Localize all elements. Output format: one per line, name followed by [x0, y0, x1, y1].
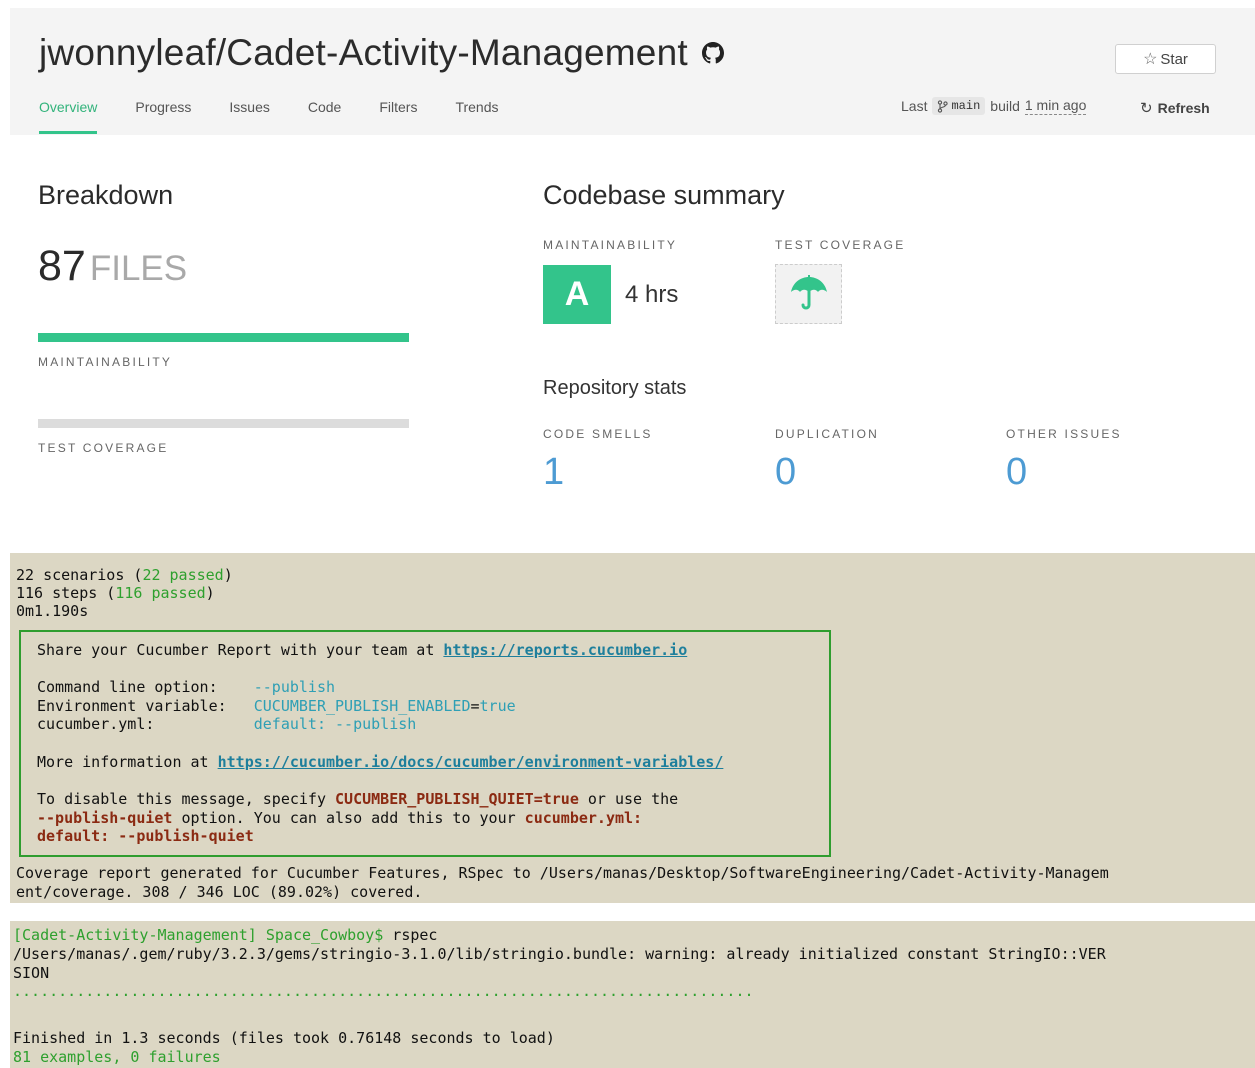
opt-yml-label: cucumber.yml:: [37, 715, 254, 733]
disable-text-c: option. You can also add this to your: [172, 809, 525, 827]
duration-line: 0m1.190s: [16, 602, 89, 620]
disable-default: default: --publish-quiet: [37, 827, 254, 845]
maintainability-bar-fill: [38, 333, 409, 342]
tab-progress[interactable]: Progress: [135, 99, 191, 125]
maintainability-grade[interactable]: A: [543, 265, 611, 324]
disable-line-3: default: --publish-quiet: [37, 827, 254, 846]
files-unit: FILES: [89, 249, 188, 288]
maintainability-bar[interactable]: [38, 333, 409, 342]
opt-cmd-value: --publish: [253, 678, 336, 696]
refresh-label: Refresh: [1157, 100, 1210, 116]
branch-name: main: [951, 99, 981, 113]
repo-title: jwonnyleaf/Cadet-Activity-Management: [39, 32, 724, 74]
coverage-line-2: ent/coverage. 308 / 346 LOC (89.02%) cov…: [16, 883, 423, 901]
refresh-icon: ↻: [1140, 100, 1153, 117]
opt-yml-value: default: --publish: [253, 715, 417, 733]
disable-text-a: To disable this message, specify: [37, 790, 336, 808]
tab-trends[interactable]: Trends: [455, 99, 498, 125]
opt-env-label: Environment variable:: [37, 697, 254, 715]
rspec-terminal: [Cadet-Activity-Management] Space_Cowboy…: [10, 921, 1255, 1068]
build-time[interactable]: 1 min ago: [1024, 97, 1087, 115]
opt-yml-line: cucumber.yml: default: --publish: [37, 715, 416, 734]
share-line: Share your Cucumber Report with your tea…: [37, 641, 687, 660]
disable-opt: --publish-quiet: [37, 809, 173, 827]
more-info-link[interactable]: https://cucumber.io/docs/cucumber/enviro…: [218, 753, 724, 771]
prompt-line: [Cadet-Activity-Management] Space_Cowboy…: [13, 926, 437, 945]
refresh-button[interactable]: ↻ Refresh: [1140, 99, 1210, 117]
summary-title: Codebase summary: [543, 180, 785, 210]
disable-line-2: --publish-quiet option. You can also add…: [37, 809, 642, 828]
github-icon[interactable]: [701, 42, 724, 64]
files-count: 87 FILES: [38, 242, 187, 291]
tab-filters[interactable]: Filters: [379, 99, 417, 125]
star-button[interactable]: ☆ Star: [1115, 44, 1216, 74]
maintainability-label: MAINTAINABILITY: [38, 355, 173, 369]
paren: ): [223, 566, 233, 584]
other-issues-label: OTHER ISSUES: [1006, 427, 1122, 441]
opt-env-val: true: [479, 697, 516, 715]
shell-prompt: [Cadet-Activity-Management] Space_Cowboy…: [13, 926, 384, 944]
star-icon: ☆: [1143, 51, 1158, 68]
steps-passed: 116 passed: [115, 584, 206, 602]
repo-stats-title: Repository stats: [543, 377, 687, 399]
more-info-text: More information at: [37, 753, 218, 771]
share-text: Share your Cucumber Report with your tea…: [37, 641, 444, 659]
publish-notice-box: Share your Cucumber Report with your tea…: [19, 630, 831, 857]
duplication-value[interactable]: 0: [775, 451, 796, 494]
share-link[interactable]: https://reports.cucumber.io: [443, 641, 687, 659]
breakdown-title: Breakdown: [38, 180, 174, 210]
umbrella-icon: [790, 275, 827, 310]
opt-env-line: Environment variable: CUCUMBER_PUBLISH_E…: [37, 697, 516, 716]
test-coverage-bar[interactable]: [38, 419, 409, 428]
opt-cmd-line: Command line option: --publish: [37, 678, 335, 697]
shell-command: rspec: [383, 926, 438, 944]
branch-icon: [938, 99, 949, 113]
disable-line-1: To disable this message, specify CUCUMBE…: [37, 790, 678, 809]
other-issues-value[interactable]: 0: [1006, 451, 1027, 494]
summary-test-coverage-label: TEST COVERAGE: [775, 238, 906, 252]
finished-line: Finished in 1.3 seconds (files took 0.76…: [13, 1029, 555, 1047]
nav-tabs: Overview Progress Issues Code Filters Tr…: [39, 99, 537, 134]
steps-prefix: 116 steps (: [16, 584, 116, 602]
more-info-line: More information at https://cucumber.io/…: [37, 753, 723, 772]
code-smells-value[interactable]: 1: [543, 451, 564, 494]
examples-summary: 81 examples, 0 failures: [13, 1048, 221, 1066]
disable-yml: cucumber.yml:: [524, 809, 643, 827]
test-coverage-placeholder[interactable]: [775, 264, 842, 324]
disable-var: CUCUMBER_PUBLISH_QUIET=true: [335, 790, 579, 808]
scenarios-passed: 22 passed: [142, 566, 224, 584]
tab-overview[interactable]: Overview: [39, 99, 98, 134]
tab-code[interactable]: Code: [308, 99, 341, 125]
duplication-label: DUPLICATION: [775, 427, 879, 441]
scenarios-prefix: 22 scenarios (: [16, 566, 143, 584]
progress-dots: ........................................…: [13, 982, 754, 1000]
tab-issues[interactable]: Issues: [229, 99, 269, 125]
steps-line: 116 steps (116 passed): [16, 584, 215, 603]
technical-debt: 4 hrs: [625, 281, 679, 308]
repo-title-text[interactable]: jwonnyleaf/Cadet-Activity-Management: [39, 32, 688, 74]
build-word: build: [990, 98, 1020, 114]
warning-line-2: SION: [13, 964, 50, 982]
scenarios-line: 22 scenarios (22 passed): [16, 566, 233, 585]
test-coverage-label: TEST COVERAGE: [38, 441, 169, 455]
files-count-value: 87: [38, 242, 86, 290]
opt-env-eq: =: [470, 697, 480, 715]
cucumber-terminal: 22 scenarios (22 passed) 116 steps (116 …: [10, 553, 1255, 903]
repo-header: jwonnyleaf/Cadet-Activity-Management ☆ S…: [10, 8, 1255, 135]
opt-env-name: CUCUMBER_PUBLISH_ENABLED: [253, 697, 471, 715]
branch-chip: main: [932, 97, 986, 115]
paren: ): [205, 584, 215, 602]
warning-line-1: /Users/manas/.gem/ruby/3.2.3/gems/string…: [13, 945, 1106, 963]
summary-maintainability-label: MAINTAINABILITY: [543, 238, 678, 252]
coverage-line-1: Coverage report generated for Cucumber F…: [16, 864, 1109, 882]
disable-text-b: or use the: [578, 790, 679, 808]
code-smells-label: CODE SMELLS: [543, 427, 653, 441]
opt-cmd-label: Command line option:: [37, 678, 254, 696]
build-prefix: Last: [901, 98, 928, 114]
build-info: Last main build 1 min ago: [901, 97, 1087, 115]
star-label: Star: [1160, 50, 1188, 68]
